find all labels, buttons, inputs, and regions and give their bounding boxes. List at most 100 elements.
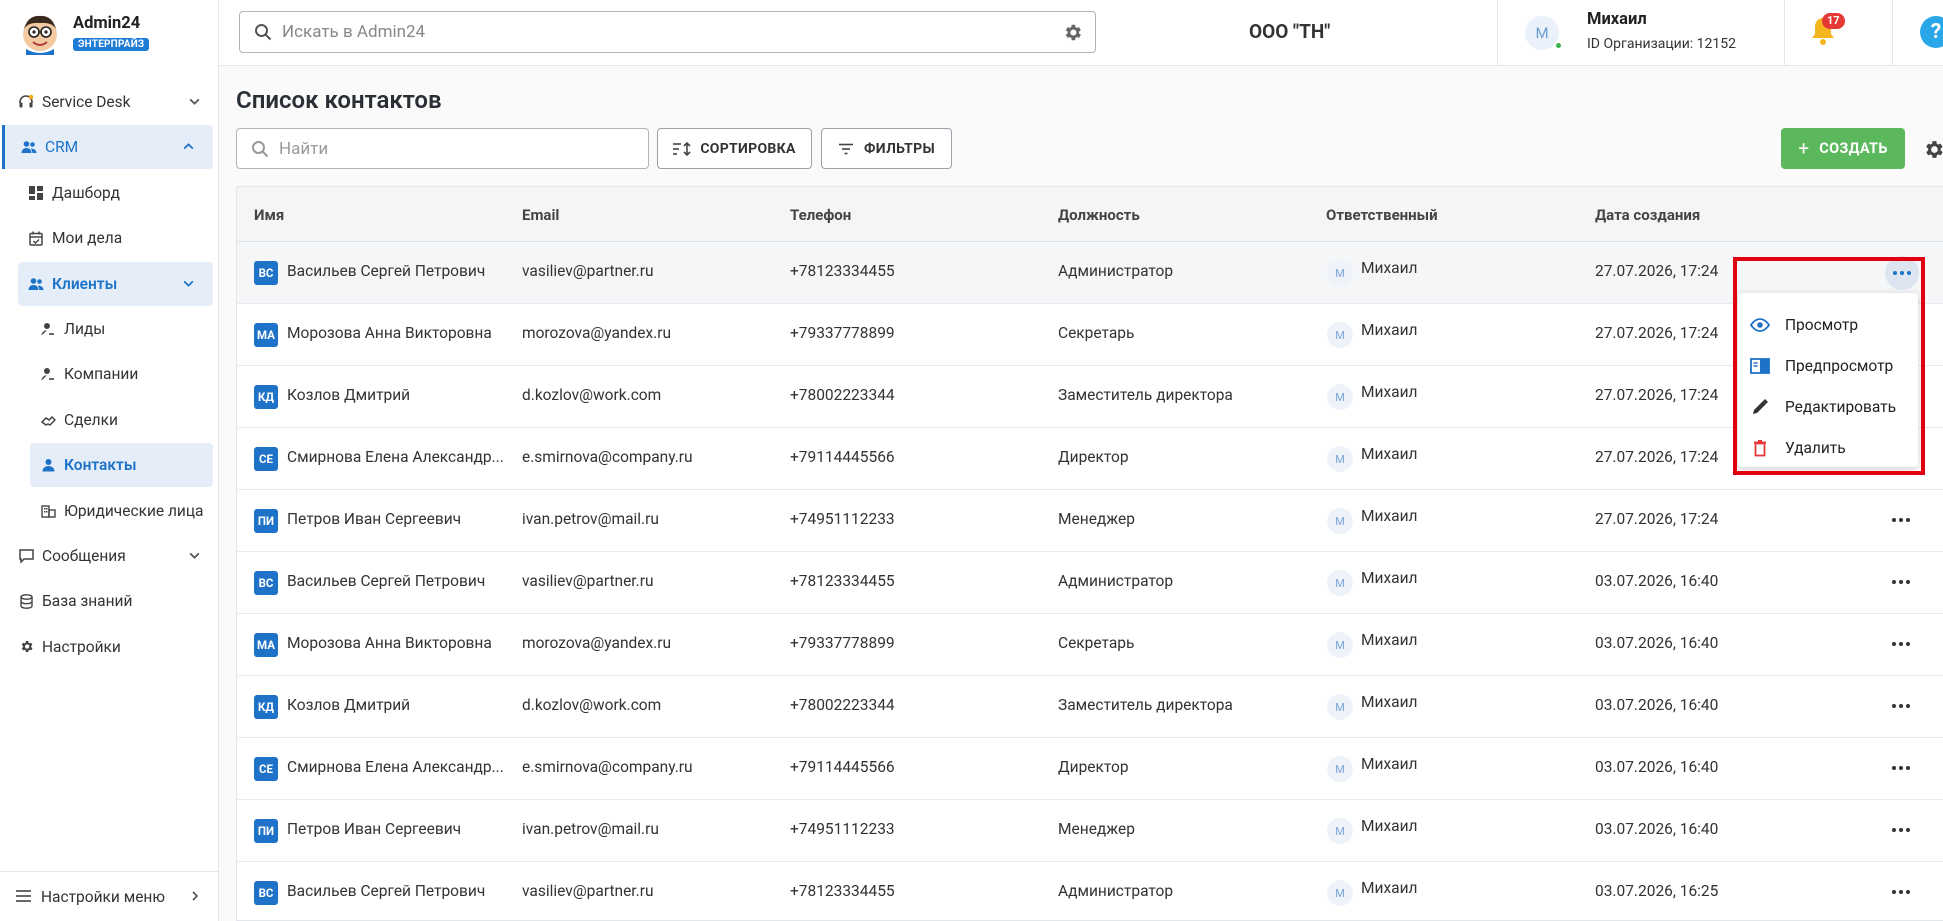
owner-name: Михаил: [1361, 507, 1418, 525]
contact-email[interactable]: vasiliev@partner.ru: [522, 262, 654, 280]
contact-phone[interactable]: +78123334455: [790, 882, 895, 900]
contact-phone[interactable]: +74951112233: [790, 510, 895, 528]
contact-name[interactable]: Козлов Дмитрий: [287, 386, 410, 404]
sidebar-item-contacts[interactable]: Контакты: [30, 443, 213, 488]
sidebar-item-settings[interactable]: Настройки: [0, 625, 219, 669]
filter-button[interactable]: ФИЛЬТРЫ: [821, 128, 952, 169]
search-settings-gear-icon[interactable]: [1062, 22, 1083, 43]
contact-email[interactable]: ivan.petrov@mail.ru: [522, 820, 659, 838]
menu-settings-button[interactable]: Настройки меню: [0, 871, 219, 921]
brand-name: Admin24: [73, 14, 141, 33]
column-header-phone[interactable]: Телефон: [790, 206, 851, 224]
row-actions-button[interactable]: [1889, 510, 1913, 530]
contact-name[interactable]: Морозова Анна Викторовна: [287, 324, 492, 342]
contact-name[interactable]: Васильев Сергей Петрович: [287, 572, 485, 590]
sort-button[interactable]: СОРТИРОВКА: [657, 128, 812, 169]
contact-name[interactable]: Козлов Дмитрий: [287, 696, 410, 714]
sidebar-item-leads[interactable]: Лиды: [0, 307, 219, 351]
row-actions-button[interactable]: [1889, 634, 1913, 654]
contact-email[interactable]: morozova@yandex.ru: [522, 634, 671, 652]
owner-name: Михаил: [1361, 259, 1418, 277]
create-button[interactable]: + СОЗДАТЬ: [1781, 128, 1905, 169]
column-header-created[interactable]: Дата создания: [1595, 206, 1700, 224]
row-actions-button[interactable]: [1889, 572, 1913, 592]
sidebar-item-crm[interactable]: CRM: [2, 125, 213, 170]
table-row[interactable]: КД Козлов Дмитрий d.kozlov@work.com +780022…: [237, 366, 1943, 428]
table-row[interactable]: ПИ Петров Иван Сергеевич ivan.petrov@mail.…: [237, 800, 1943, 862]
contact-phone[interactable]: +78002223344: [790, 386, 895, 404]
contact-name[interactable]: Васильев Сергей Петрович: [287, 262, 485, 280]
table-row[interactable]: КД Козлов Дмитрий d.kozlov@work.com +780022…: [237, 676, 1943, 738]
contacts-search-input[interactable]: Найти: [236, 128, 649, 169]
contact-name[interactable]: Васильев Сергей Петрович: [287, 882, 485, 900]
column-header-position[interactable]: Должность: [1058, 206, 1140, 224]
contact-phone[interactable]: +79114445566: [790, 758, 895, 776]
contact-phone[interactable]: +79114445566: [790, 448, 895, 466]
chevron-down-icon: [189, 98, 200, 105]
logo-avatar-icon: [23, 15, 57, 55]
global-search-input[interactable]: Искать в Admin24: [239, 11, 1096, 53]
contact-phone[interactable]: +78123334455: [790, 572, 895, 590]
table-row[interactable]: МА Морозова Анна Викторовна morozova@yande…: [237, 304, 1943, 366]
column-header-email[interactable]: Email: [522, 206, 559, 224]
contact-email[interactable]: e.smirnova@company.ru: [522, 448, 693, 466]
row-actions-button[interactable]: [1889, 696, 1913, 716]
users-icon: [21, 139, 37, 155]
contact-name[interactable]: Смирнова Елена Александр...: [287, 448, 504, 466]
notification-count-badge: 17: [1822, 13, 1845, 29]
sidebar-item-messages[interactable]: Сообщения: [0, 534, 219, 578]
contact-name[interactable]: Смирнова Елена Александр...: [287, 758, 504, 776]
sidebar-item-my-tasks[interactable]: Мои дела: [0, 216, 219, 260]
menu-item-view[interactable]: Просмотр: [1738, 305, 1918, 345]
contact-email[interactable]: d.kozlov@work.com: [522, 696, 661, 714]
contact-name[interactable]: Петров Иван Сергеевич: [287, 820, 461, 838]
column-header-owner[interactable]: Ответственный: [1326, 206, 1438, 224]
sidebar-item-deals[interactable]: Сделки: [0, 398, 219, 442]
menu-item-label: Предпросмотр: [1785, 357, 1894, 375]
sidebar-item-companies[interactable]: Компании: [0, 352, 219, 396]
table-row[interactable]: ВС Васильев Сергей Петрович vasiliev@partn…: [237, 862, 1943, 921]
row-actions-button[interactable]: [1885, 256, 1919, 290]
row-actions-button[interactable]: [1889, 882, 1913, 902]
contact-email[interactable]: e.smirnova@company.ru: [522, 758, 693, 776]
contact-phone[interactable]: +79337778899: [790, 634, 895, 652]
menu-item-preview[interactable]: Предпросмотр: [1738, 346, 1918, 386]
table-settings-gear-icon[interactable]: [1922, 138, 1943, 161]
table-row[interactable]: ВС Васильев Сергей Петрович vasiliev@partn…: [237, 242, 1943, 304]
row-actions-button[interactable]: [1889, 820, 1913, 840]
sidebar-item-clients[interactable]: Клиенты: [18, 261, 213, 306]
contact-email[interactable]: vasiliev@partner.ru: [522, 572, 654, 590]
sidebar-item-label: Дашборд: [52, 183, 120, 202]
contact-phone[interactable]: +74951112233: [790, 820, 895, 838]
sidebar-item-knowledge-base[interactable]: База знаний: [0, 579, 219, 623]
table-row[interactable]: МА Морозова Анна Викторовна morozova@yande…: [237, 614, 1943, 676]
contact-email[interactable]: ivan.petrov@mail.ru: [522, 510, 659, 528]
table-row[interactable]: СЕ Смирнова Елена Александр... e.smirnova@…: [237, 738, 1943, 800]
contact-email[interactable]: morozova@yandex.ru: [522, 324, 671, 342]
sidebar-item-service-desk[interactable]: Service Desk: [0, 80, 219, 124]
sidebar-item-label: Клиенты: [52, 274, 118, 293]
sidebar-item-legal-entities[interactable]: Юридические лица: [0, 489, 219, 533]
sidebar-item-label: Service Desk: [42, 93, 131, 111]
table-row[interactable]: ВС Васильев Сергей Петрович vasiliev@partn…: [237, 552, 1943, 614]
sidebar-item-dashboard[interactable]: Дашборд: [0, 171, 219, 215]
contact-name[interactable]: Петров Иван Сергеевич: [287, 510, 461, 528]
table-row[interactable]: ПИ Петров Иван Сергеевич ivan.petrov@mail.…: [237, 490, 1943, 552]
brand[interactable]: Admin24 ЭНТЕРПРАЙЗ: [18, 10, 150, 56]
contact-initials-badge: ПИ: [254, 509, 278, 533]
row-actions-button[interactable]: [1889, 758, 1913, 778]
contact-phone[interactable]: +78002223344: [790, 696, 895, 714]
column-header-name[interactable]: Имя: [254, 206, 284, 224]
table-row[interactable]: СЕ Смирнова Елена Александр... e.smirnova@…: [237, 428, 1943, 490]
organization-name[interactable]: ООО "ТН": [1249, 20, 1330, 43]
menu-item-delete[interactable]: Удалить: [1738, 428, 1918, 468]
contact-phone[interactable]: +79337778899: [790, 324, 895, 342]
preview-panel-icon: [1750, 358, 1770, 374]
help-button[interactable]: ?: [1920, 16, 1943, 48]
contact-email[interactable]: d.kozlov@work.com: [522, 386, 661, 404]
contact-email[interactable]: vasiliev@partner.ru: [522, 882, 654, 900]
contact-name[interactable]: Морозова Анна Викторовна: [287, 634, 492, 652]
menu-item-edit[interactable]: Редактировать: [1738, 387, 1918, 427]
user-name[interactable]: Михаил: [1587, 10, 1647, 29]
contact-phone[interactable]: +78123334455: [790, 262, 895, 280]
